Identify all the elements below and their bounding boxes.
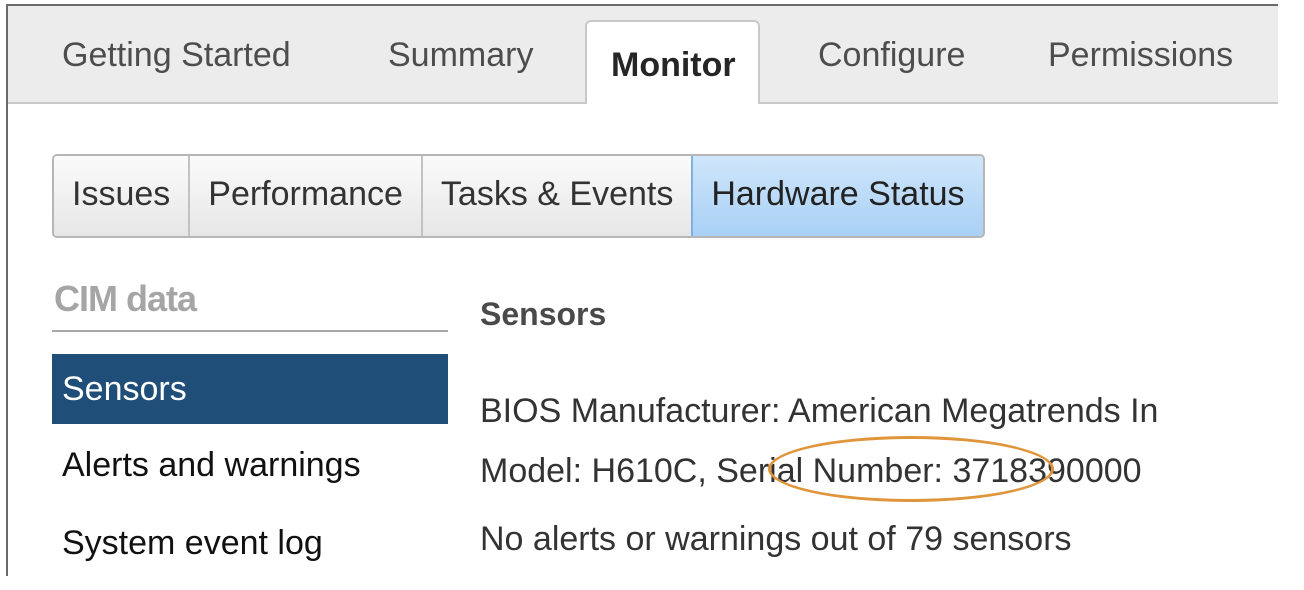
nav-item-system-event-log[interactable]: System event log <box>52 508 448 576</box>
subtab-hardware-status[interactable]: Hardware Status <box>691 156 983 236</box>
serial-highlight-annotation <box>768 436 1054 502</box>
section-title: Sensors <box>480 296 607 332</box>
monitor-subtabs: Issues Performance Tasks & Events Hardwa… <box>52 154 985 238</box>
bios-manufacturer-line: BIOS Manufacturer: American Megatrends I… <box>480 392 1158 431</box>
nav-item-sensors[interactable]: Sensors <box>52 354 448 424</box>
tab-configure[interactable]: Configure <box>818 36 965 75</box>
cim-divider <box>52 330 448 332</box>
vsphere-host-panel: Getting Started Summary Monitor Configur… <box>6 4 1278 576</box>
model-value: H610C, <box>591 452 707 490</box>
subtab-issues[interactable]: Issues <box>54 156 189 236</box>
bios-value: American Megatrends In <box>788 392 1159 430</box>
tab-monitor[interactable]: Monitor <box>585 20 760 104</box>
bios-label: BIOS Manufacturer: <box>480 392 781 430</box>
top-tab-bar: Getting Started Summary Monitor Configur… <box>8 6 1278 104</box>
sensor-summary: No alerts or warnings out of 79 sensors <box>480 520 1072 558</box>
nav-item-alerts-warnings[interactable]: Alerts and warnings <box>52 430 448 500</box>
tab-permissions[interactable]: Permissions <box>1048 36 1233 75</box>
tab-summary[interactable]: Summary <box>388 36 533 75</box>
cim-data-title: CIM data <box>54 278 197 319</box>
tab-getting-started[interactable]: Getting Started <box>62 36 291 75</box>
subtab-performance[interactable]: Performance <box>188 156 421 236</box>
subtab-tasks-events[interactable]: Tasks & Events <box>420 156 692 236</box>
model-label: Model: <box>480 452 583 490</box>
